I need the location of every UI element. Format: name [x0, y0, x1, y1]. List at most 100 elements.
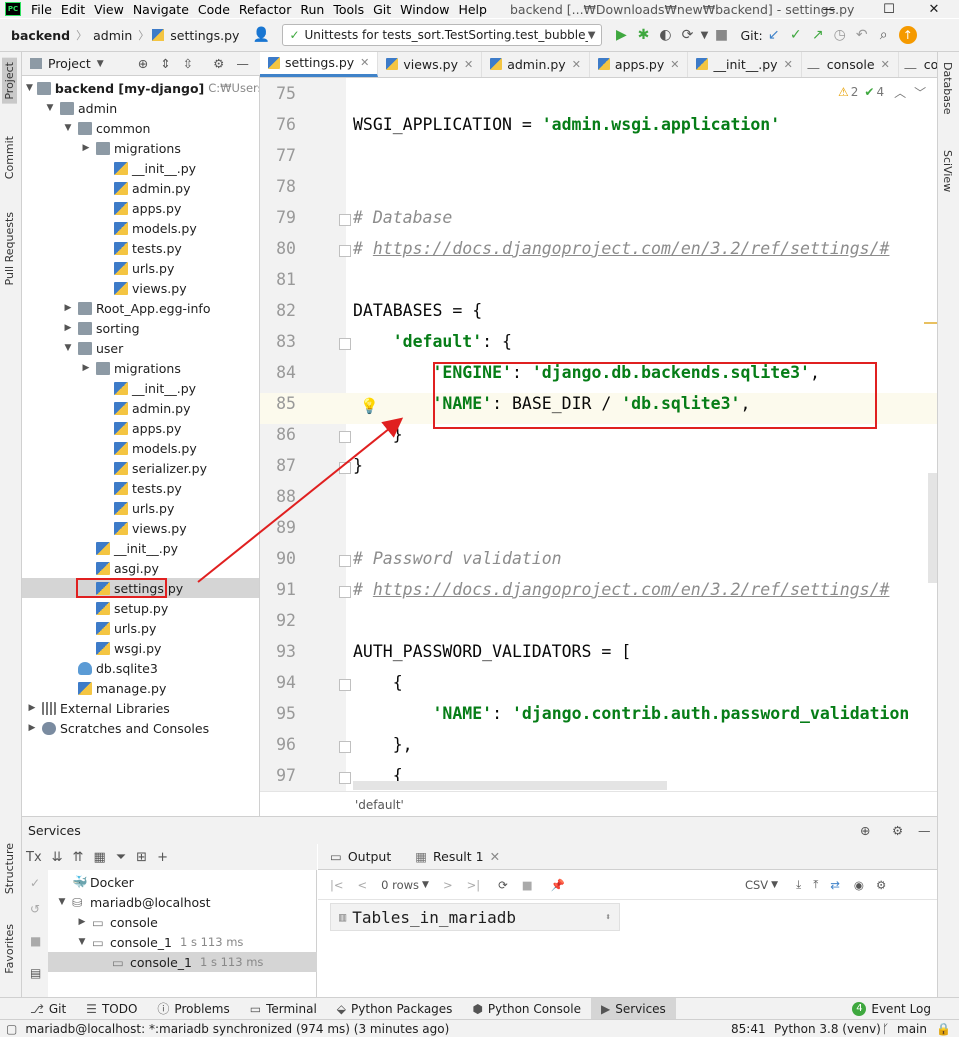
hide-icon[interactable]: —: [236, 56, 249, 71]
editor-scrollbar[interactable]: [928, 473, 937, 583]
lock-icon[interactable]: 🔒: [936, 1022, 951, 1036]
tree-item[interactable]: asgi.py: [22, 558, 259, 578]
tree-item[interactable]: setup.py: [22, 598, 259, 618]
chevron-right-icon[interactable]: ▶: [76, 917, 88, 927]
tree-item[interactable]: urls.py: [22, 618, 259, 638]
chevron-down-icon[interactable]: ▼: [97, 59, 104, 69]
tree-item[interactable]: ▶ External Libraries: [22, 698, 259, 718]
updates-icon[interactable]: ↑: [898, 26, 917, 44]
close-icon[interactable]: ✕: [360, 56, 369, 69]
editor-tab[interactable]: conso: [899, 52, 937, 77]
tool-tab-database[interactable]: Database: [941, 62, 954, 115]
commit-icon[interactable]: ✓: [30, 876, 40, 890]
bottom-tab-git[interactable]: ⎇ Git: [20, 998, 76, 1020]
tree-item[interactable]: manage.py: [22, 678, 259, 698]
layout-icon[interactable]: ▢: [6, 1022, 17, 1036]
download-icon[interactable]: ⤓: [796, 877, 801, 892]
tree-item[interactable]: ▼ admin: [22, 98, 259, 118]
collapse-all-icon[interactable]: ⇳: [183, 56, 193, 71]
bottom-tab-problems[interactable]: ⓘ Problems: [147, 998, 239, 1020]
run-config-select[interactable]: ✓ Unittests for tests_sort.TestSorting.t…: [282, 24, 603, 46]
tree-item[interactable]: admin.py: [22, 178, 259, 198]
tree-item[interactable]: wsgi.py: [22, 638, 259, 658]
tool-tab-pull-requests[interactable]: Pull Requests: [2, 208, 17, 289]
service-item[interactable]: ▭ console_1 1 s 113 ms: [48, 952, 317, 972]
chevron-down-icon[interactable]: ▼: [26, 83, 33, 93]
first-page-icon[interactable]: |<: [330, 878, 344, 892]
gear-icon[interactable]: ⚙: [892, 823, 903, 838]
tree-item[interactable]: apps.py: [22, 198, 259, 218]
crumb-project[interactable]: backend: [8, 28, 73, 43]
menu-file[interactable]: File: [31, 2, 52, 17]
service-item[interactable]: ▶ ▭ console: [48, 912, 317, 932]
tree-item[interactable]: db.sqlite3: [22, 658, 259, 678]
expand-all-icon[interactable]: ⇊: [52, 850, 63, 865]
menu-git[interactable]: Git: [373, 2, 391, 17]
chevron-down-icon[interactable]: ▼: [44, 103, 56, 113]
tree-item[interactable]: tests.py: [22, 478, 259, 498]
tree-item[interactable]: views.py: [22, 518, 259, 538]
filter-icon[interactable]: ⏷: [116, 850, 126, 865]
editor-breadcrumb[interactable]: 'default': [260, 791, 937, 815]
editor-tab[interactable]: __init__.py ✕: [688, 52, 802, 77]
caret-position[interactable]: 85:41: [731, 1022, 766, 1036]
chevron-right-icon[interactable]: ▶: [80, 363, 92, 373]
rows-count-select[interactable]: 0 rows: [381, 878, 419, 892]
tree-item[interactable]: tests.py: [22, 238, 259, 258]
tree-item[interactable]: serializer.py: [22, 458, 259, 478]
history-icon[interactable]: ◷: [829, 24, 851, 46]
tree-item[interactable]: ▶ sorting: [22, 318, 259, 338]
fold-marker-icon[interactable]: [339, 462, 351, 474]
git-commit-icon[interactable]: ✓: [785, 24, 807, 46]
tool-tab-project[interactable]: Project: [2, 58, 17, 104]
tree-item[interactable]: __init__.py: [22, 538, 259, 558]
tree-item[interactable]: ▶ migrations: [22, 358, 259, 378]
user-icon[interactable]: 👤: [250, 24, 272, 46]
git-branch[interactable]: main: [897, 1022, 927, 1036]
more-run-icon[interactable]: ▼: [698, 24, 710, 46]
interpreter[interactable]: Python 3.8 (venv): [774, 1022, 881, 1036]
fold-marker-icon[interactable]: [339, 214, 351, 226]
tool-tab-structure[interactable]: Structure: [2, 839, 17, 898]
tx-icon[interactable]: Tx: [26, 850, 42, 865]
menu-run[interactable]: Run: [300, 2, 324, 17]
tree-item[interactable]: ▼ backend [my-django]C:₩Users₩bit: [22, 78, 259, 98]
menu-help[interactable]: Help: [458, 2, 487, 17]
chevron-right-icon[interactable]: ▶: [26, 723, 38, 733]
rollback-icon[interactable]: ↺: [30, 902, 40, 916]
tab-result-1[interactable]: Result 1: [433, 849, 484, 864]
fold-marker-icon[interactable]: [339, 338, 351, 350]
coverage-icon[interactable]: ◐: [654, 24, 676, 46]
tree-item[interactable]: apps.py: [22, 418, 259, 438]
tree-item[interactable]: models.py: [22, 438, 259, 458]
chevron-up-icon[interactable]: ︿: [894, 84, 906, 101]
sort-icon[interactable]: ⬍: [605, 912, 611, 923]
bottom-tab-terminal[interactable]: ▭ Terminal: [240, 998, 327, 1020]
chevron-down-icon[interactable]: ▼: [62, 343, 74, 353]
bottom-tab-python-console[interactable]: ⬢ Python Console: [462, 998, 591, 1020]
code-editor[interactable]: [346, 78, 937, 791]
editor-tab[interactable]: apps.py ✕: [590, 52, 689, 77]
collapse-all-icon[interactable]: ⇈: [73, 850, 84, 865]
git-push-icon[interactable]: ↗: [807, 24, 829, 46]
expand-all-icon[interactable]: ⇕: [160, 56, 170, 71]
rollback-icon[interactable]: ↶: [851, 24, 873, 46]
editor-tab[interactable]: settings.py ✕: [260, 52, 379, 77]
chevron-down-icon[interactable]: ﹀: [914, 84, 926, 101]
add-icon[interactable]: +: [157, 850, 168, 865]
chevron-right-icon[interactable]: ▶: [26, 703, 38, 713]
close-icon[interactable]: ✕: [909, 0, 959, 18]
tree-item[interactable]: urls.py: [22, 498, 259, 518]
fold-marker-icon[interactable]: [339, 555, 351, 567]
fold-marker-icon[interactable]: [339, 245, 351, 257]
menu-navigate[interactable]: Navigate: [133, 2, 189, 17]
event-log-button[interactable]: 4 Event Log: [842, 998, 941, 1020]
tab-output[interactable]: Output: [348, 849, 391, 864]
tree-item[interactable]: admin.py: [22, 398, 259, 418]
git-update-icon[interactable]: ↙: [763, 24, 785, 46]
tree-item[interactable]: ▶ Scratches and Consoles: [22, 718, 259, 738]
tree-item[interactable]: __init__.py: [22, 158, 259, 178]
chevron-down-icon[interactable]: ▼: [62, 123, 74, 133]
editor-tab[interactable]: console ✕: [802, 52, 899, 77]
tree-item[interactable]: ▶ Root_App.egg-info: [22, 298, 259, 318]
